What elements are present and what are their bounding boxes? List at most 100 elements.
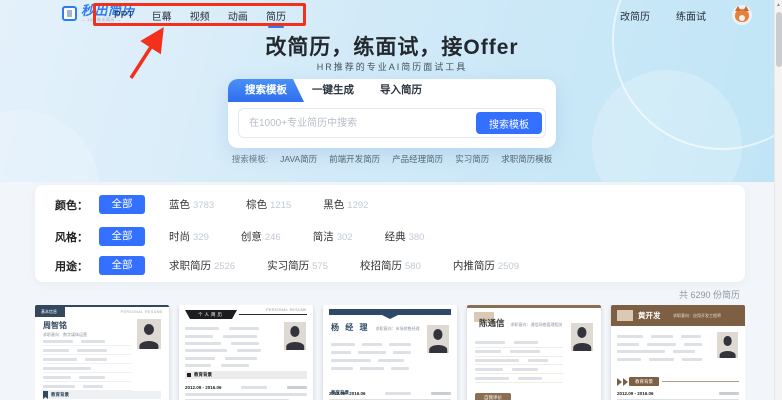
entry-date: 2012.09 - 2016.06 — [185, 385, 222, 390]
resume-card-4[interactable]: 陈通信 求职意向：通信网络管理相关 自我评价 — [467, 305, 601, 400]
nav-item-jumu[interactable]: 巨幕 — [152, 8, 172, 23]
filter-option-creative[interactable]: 创意 246 — [241, 229, 281, 244]
user-avatar[interactable] — [732, 5, 752, 25]
info-row — [475, 374, 563, 383]
section-badge: 自我评价 — [475, 393, 511, 400]
search-box: 搜索模板 — [238, 108, 546, 138]
option-count: 329 — [193, 232, 209, 243]
section-header: 教育背景 — [185, 371, 307, 379]
entry-date: 2012.09 - 2016.06 — [617, 391, 654, 396]
info-row — [475, 348, 563, 357]
practice-interview-link[interactable]: 练面试 — [676, 8, 706, 23]
option-count: 380 — [408, 232, 425, 243]
card-header-english: PERSONAL RESUME — [120, 310, 163, 314]
filter-label-usage: 用途： — [55, 260, 88, 273]
candidate-name: 杨 经 理 — [331, 323, 370, 332]
filter-color-all-button[interactable]: 全部 — [99, 195, 145, 214]
filter-option-blue[interactable]: 蓝色 3783 — [169, 197, 214, 212]
resume-card-1[interactable]: 基本信息 PERSONAL RESUME 周智铭 求职意向：数字媒体运营 教育背… — [35, 305, 169, 400]
option-count: 1292 — [347, 200, 369, 211]
page: 秒出简历 — 10秒做出简历 — PPT 巨幕 视频 动画 简历 改简历 练面试… — [0, 0, 782, 400]
card-accent-band — [329, 309, 451, 315]
option-count: 1215 — [270, 200, 292, 211]
filter-style-all-button[interactable]: 全部 — [99, 227, 145, 246]
info-row — [331, 364, 416, 372]
nav-item-video[interactable]: 视频 — [190, 8, 210, 23]
scrollbar-thumb[interactable] — [776, 12, 782, 67]
filter-option-brown[interactable]: 棕色 1215 — [246, 197, 291, 212]
card-accent-line — [467, 305, 601, 308]
section-title: 教育背景 — [51, 392, 69, 397]
candidate-photo — [427, 325, 449, 353]
filter-usage-all-button[interactable]: 全部 — [99, 256, 145, 275]
section-title: 教育背景 — [629, 377, 659, 386]
tab-one-click-generate[interactable]: 一键生成 — [312, 79, 354, 102]
filter-option-campus[interactable]: 校招简历 580 — [360, 258, 421, 273]
education-entry: 2012.09 - 2016.06 — [329, 391, 451, 400]
card-header-tab: 基本信息 — [35, 307, 65, 317]
decor-circle — [0, 110, 100, 182]
option-count: 3783 — [193, 200, 215, 211]
resume-card-5[interactable]: 黄开发 求职意向：应用开发工程师 教育背景 2012.09 - 2016.06 — [611, 305, 745, 400]
option-name: 黑色 — [323, 199, 345, 211]
option-count: 302 — [336, 232, 353, 243]
resume-card-3[interactable]: 杨 经 理 求职意向：市场销售经理 教育背景 2012.09 - 2016.06 — [323, 305, 457, 400]
hot-link-intern[interactable]: 实习简历 — [455, 153, 489, 165]
info-row — [617, 348, 702, 356]
hot-search-label: 搜索模板: — [231, 154, 269, 164]
filter-option-referral[interactable]: 内推简历 2509 — [453, 258, 519, 273]
filter-option-black[interactable]: 黑色 1292 — [323, 197, 368, 212]
candidate-intent: 求职意向：应用开发工程师 — [673, 313, 721, 318]
option-count: 2509 — [497, 261, 519, 272]
hot-link-java[interactable]: JAVA简历 — [280, 153, 317, 165]
search-button[interactable]: 搜索模板 — [476, 112, 542, 134]
filter-row-color: 颜色： 全部 蓝色 3783 棕色 1215 黑色 1292 — [55, 195, 725, 214]
resume-card-2[interactable]: 个人简历 PERSONAL RESUME 教育背景 2012.09 - 2016… — [179, 305, 313, 400]
info-row — [43, 346, 131, 355]
info-row — [43, 382, 131, 391]
filter-option-internship[interactable]: 实习简历 575 — [267, 258, 328, 273]
info-row — [185, 362, 273, 369]
filter-row-style: 风格： 全部 时尚 329 创意 246 简洁 302 经典 380 — [55, 227, 725, 246]
main-nav: PPT 巨幕 视频 动画 简历 — [100, 0, 300, 30]
section-header: 教育背景 — [617, 377, 739, 386]
info-row — [475, 357, 563, 366]
candidate-photo — [284, 322, 306, 350]
scrollbar-up-icon[interactable]: ▲ — [775, 0, 782, 10]
info-row — [331, 341, 416, 349]
hot-search-row: 搜索模板: JAVA简历 前端开发简历 产品经理简历 实习简历 求职简历模板 — [162, 153, 622, 165]
hot-link-pm[interactable]: 产品经理简历 — [392, 153, 443, 165]
nav-item-animation[interactable]: 动画 — [228, 8, 248, 23]
card-header-english: PERSONAL RESUME — [266, 308, 307, 312]
filter-option-simple[interactable]: 简洁 302 — [313, 229, 353, 244]
bookmark-icon — [43, 391, 48, 399]
filter-row-usage: 用途： 全部 求职简历 2526 实习简历 575 校招简历 580 内推简历 2509 — [55, 256, 725, 275]
tab-import-resume[interactable]: 导入简历 — [380, 79, 422, 102]
results-total: 共 6290 份简历 — [678, 290, 740, 300]
edit-resume-link[interactable]: 改简历 — [620, 8, 650, 23]
option-name: 实习简历 — [267, 260, 310, 272]
header-rule — [239, 314, 307, 315]
filter-color-options: 蓝色 3783 棕色 1215 黑色 1292 — [169, 197, 368, 212]
filter-card: 颜色： 全部 蓝色 3783 棕色 1215 黑色 1292 风格： 全部 时尚 329… — [35, 185, 745, 282]
nav-item-resume[interactable]: 简历 — [266, 8, 286, 23]
hot-link-frontend[interactable]: 前端开发简历 — [329, 153, 380, 165]
nav-item-ppt[interactable]: PPT — [114, 10, 133, 21]
filter-option-job-seeking[interactable]: 求职简历 2526 — [169, 258, 235, 273]
option-count: 580 — [405, 261, 421, 272]
info-row — [185, 332, 273, 339]
candidate-intent: 求职意向：通信网络管理相关 — [510, 322, 563, 327]
info-row — [185, 340, 273, 347]
option-name: 简洁 — [312, 231, 334, 243]
chevron-icon — [623, 377, 628, 386]
window-scrollbar[interactable]: ▲ — [774, 0, 782, 400]
hot-link-job[interactable]: 求职简历模板 — [501, 153, 552, 165]
filter-option-classic[interactable]: 经典 380 — [385, 229, 425, 244]
tab-search-template[interactable]: 搜索模板 — [228, 79, 304, 102]
filter-option-fashion[interactable]: 时尚 329 — [169, 229, 209, 244]
top-navbar: 秒出简历 — 10秒做出简历 — PPT 巨幕 视频 动画 简历 改简历 练面试 — [0, 0, 782, 30]
filter-label-color: 颜色： — [55, 199, 88, 212]
info-row — [43, 355, 131, 364]
info-row — [185, 355, 273, 362]
section-title: 教育背景 — [194, 372, 212, 377]
